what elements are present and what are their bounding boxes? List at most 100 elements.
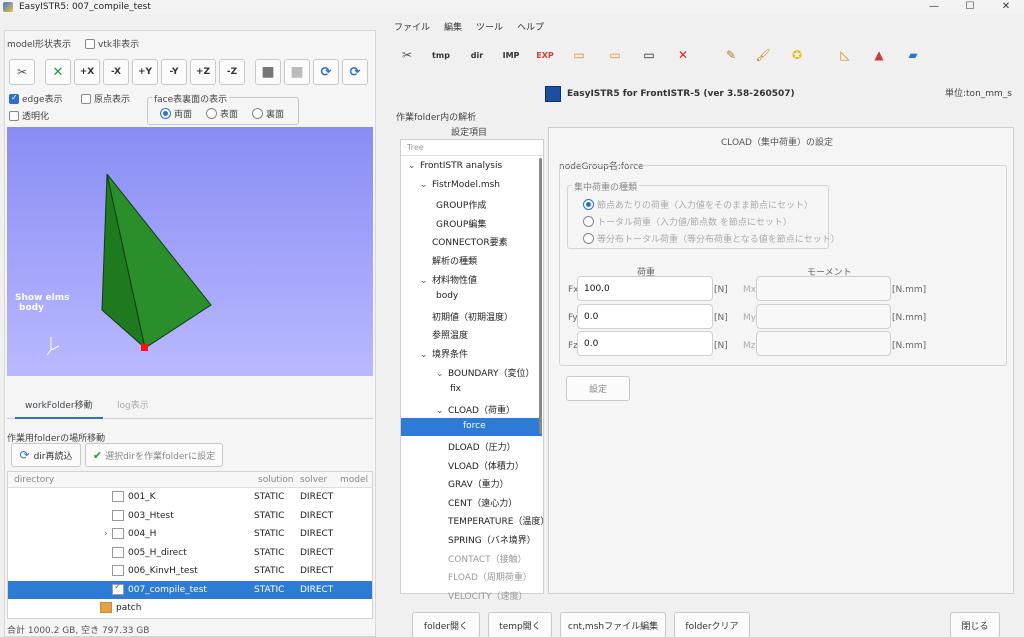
stop-button[interactable]: ✕ [672,44,694,66]
chevron-down-icon[interactable]: ⌄ [436,406,448,416]
clean-button[interactable]: 🖌 [752,44,774,66]
chevron-down-icon[interactable]: ⌄ [420,350,432,360]
tab-log[interactable]: log表示 [107,393,159,419]
transparent-checkbox[interactable]: 透明化 [9,109,49,122]
tab-workfolder[interactable]: workFolder移動 [15,393,103,419]
3d-viewport[interactable]: Show elms body [7,127,373,376]
table-row[interactable]: patch [8,599,372,618]
fz-input[interactable]: 0.0 [577,331,713,356]
tree-item[interactable]: GROUP作成 [436,198,486,211]
view-minus-x-button[interactable]: -X [103,59,129,85]
tree-item[interactable]: ⌄ BOUNDARY（変位） [436,366,535,379]
view-plus-x-button[interactable]: +X [74,59,100,85]
view-minus-z-button[interactable]: -Z [219,59,245,85]
tree-item[interactable]: GRAV（重力） [436,477,509,490]
mz-input[interactable] [756,331,891,356]
tree-item[interactable]: ⌄ CLOAD（荷重） [436,403,515,416]
tree-item[interactable]: 初期値（初期温度） [420,310,513,323]
wire-view-button[interactable]: ■ [284,59,310,85]
mx-input[interactable] [756,276,891,301]
tree-item[interactable]: ⌄ FrontISTR analysis [408,161,502,171]
table-row[interactable]: 005_H_direct STATIC DIRECT [8,544,372,563]
dir-button[interactable]: dir [466,44,488,66]
fy-input[interactable]: 0.0 [577,304,713,329]
close-button[interactable]: ✕ [988,0,1024,14]
result-button[interactable]: ▰ [902,44,924,66]
cut-tool-button[interactable]: ✂ [396,44,418,66]
tree-scrollbar[interactable] [539,158,542,434]
reload-view-button[interactable]: ⟳ [313,59,339,85]
expand-chevron-icon[interactable]: › [104,529,108,539]
menu-help[interactable]: ヘルプ [515,20,546,36]
model-select-button[interactable]: ✂ [9,59,35,85]
minimize-button[interactable]: — [916,0,952,14]
view-plus-y-button[interactable]: +Y [132,59,158,85]
solid-view-button[interactable]: ■ [255,59,281,85]
face-back-radio[interactable]: 裏面 [252,107,284,120]
tree-item[interactable]: FLOAD（周期荷重） [436,570,532,583]
maximize-button[interactable]: ☐ [952,0,988,14]
table-row[interactable]: 006_KinvH_test STATIC DIRECT [8,562,372,581]
edit-cnt-msh-button[interactable]: cnt,mshファイル編集 [560,612,666,637]
set-workfolder-button[interactable]: ✔ 選択dirを作業folderに設定 [85,443,223,467]
tree-item[interactable]: GROUP編集 [436,217,486,230]
refresh-view-button[interactable]: ⟳ [342,59,368,85]
menu-edit[interactable]: 編集 [442,20,464,36]
reload-dir-button[interactable]: ⟳ dir再読込 [11,443,81,467]
tree-item[interactable]: 解析の種類 [420,254,477,267]
export-button[interactable]: EXP [534,44,556,66]
tree-item[interactable]: body [436,291,458,301]
open-temp-button[interactable]: temp開く [488,612,552,637]
origin-display-checkbox[interactable]: 原点表示 [81,92,130,105]
chevron-down-icon[interactable]: ⌄ [420,276,432,286]
load-type-radio-uniform[interactable]: 等分布トータル荷重（等分布荷重となる値を節点にセット） [583,232,840,245]
tree-item[interactable]: ⌄ 材料物性値 [420,273,477,286]
open-folder-button[interactable]: ▭ [568,44,590,66]
load-type-radio-total[interactable]: トータル荷重（入力値/節点数 を節点にセット） [583,215,792,228]
face-both-radio[interactable]: 両面 [160,107,192,120]
table-row-selected[interactable]: 007_compile_test STATIC DIRECT [8,580,372,599]
tree-item[interactable]: ⌄ FistrModel.msh [420,180,500,190]
tree-item[interactable]: ⌄ 境界条件 [420,347,468,360]
tree-item[interactable]: SPRING（バネ境界） [436,533,536,546]
open-folder-bottom-button[interactable]: folder開く [412,612,480,637]
menu-tools[interactable]: ツール [474,20,505,36]
tree-item[interactable]: TEMPERATURE（温度） [436,514,549,527]
chevron-down-icon[interactable]: ⌄ [408,161,420,171]
chevron-down-icon[interactable]: ⌄ [436,369,448,379]
table-row[interactable]: 001_K STATIC DIRECT [8,488,372,507]
close-dialog-button[interactable]: 閉じる [950,612,1000,637]
face-front-radio[interactable]: 表面 [206,107,238,120]
tree-item[interactable]: CONNECTOR要素 [420,235,508,248]
table-row[interactable]: 003_Htest STATIC DIRECT [8,507,372,526]
tmp-button[interactable]: tmp [430,44,452,66]
my-input[interactable] [756,304,891,329]
edge-display-checkbox[interactable]: edge表示 [9,92,63,105]
mesh-button[interactable]: ◺ [834,44,856,66]
tree-item[interactable]: 参照温度 [420,328,468,341]
tree-item[interactable]: DLOAD（圧力） [436,440,516,453]
view-plus-z-button[interactable]: +Z [190,59,216,85]
open-file-button[interactable]: ▭ [604,44,626,66]
edit-button[interactable]: ✎ [720,44,742,66]
tree-item[interactable]: fix [450,384,461,394]
tree-item[interactable]: VELOCITY（速度） [436,589,528,602]
tree-item[interactable]: CONTACT（接触） [436,552,527,565]
cload-set-button[interactable]: 設定 [566,376,630,401]
clear-folder-button[interactable]: folderクリア [674,612,750,637]
chevron-down-icon[interactable]: ⌄ [420,180,432,190]
tree-item[interactable]: force [401,418,542,437]
view-minus-y-button[interactable]: -Y [161,59,187,85]
tree-item[interactable]: CENT（遠心力） [436,496,517,509]
terminal-button[interactable]: ▭ [638,44,660,66]
menu-file[interactable]: ファイル [392,20,432,36]
tree-item[interactable]: VLOAD（体積力） [436,459,524,472]
note-button[interactable]: ✪ [786,44,808,66]
load-type-radio-node[interactable]: 節点あたりの荷重（入力値をそのまま節点にセット） [583,198,813,211]
model-button[interactable]: ▲ [868,44,890,66]
vtk-hide-checkbox[interactable]: vtk非表示 [85,37,139,50]
table-row[interactable]: › 004_H STATIC DIRECT [8,525,372,544]
fit-view-button[interactable]: ✕ [45,59,71,85]
import-button[interactable]: IMP [500,44,522,66]
fx-input[interactable]: 100.0 [577,276,713,301]
